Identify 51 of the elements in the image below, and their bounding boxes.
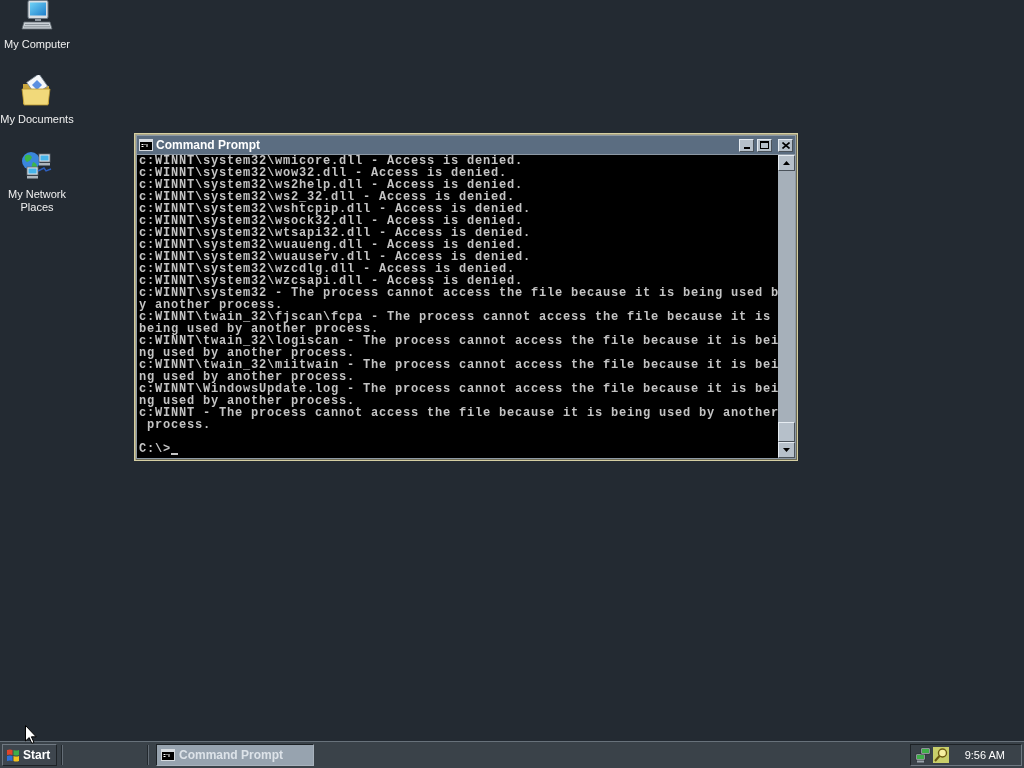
desktop-icon-label[interactable]: My Network Places: [0, 188, 74, 214]
maximize-icon: [760, 141, 769, 149]
folder-icon[interactable]: [21, 75, 53, 107]
clock: 9:56 AM: [964, 749, 1005, 761]
flag-icon: [6, 748, 20, 762]
desktop-icon-label[interactable]: My Computer: [4, 38, 70, 51]
console-line: c:WINNT\system32\wzcsapi.dll - Access is denied.: [139, 275, 524, 287]
console-line: c:WINNT\system32\wuaueng.dll - Access is denied.: [139, 239, 524, 251]
down-arrow-icon: [783, 448, 790, 452]
text-cursor-icon: [171, 453, 178, 455]
console-line: c:WINNT\system32\wshtcpip.dll - Access is denied.: [139, 203, 532, 215]
maximize-button[interactable]: [757, 138, 772, 152]
console-line: c:WINNT\system32\wsock32.dll - Access is denied.: [139, 215, 524, 227]
console-line: ng used by another process.: [139, 371, 356, 383]
console-line: c:WINNT\twain_32\fjscan\fcpa - The process cannot access the file because it is: [139, 311, 772, 323]
computer-icon[interactable]: [21, 0, 53, 32]
console-line: process.: [146, 419, 211, 431]
console-line: c:WINNT - The process cannot access the file because it is being used by another: [139, 407, 778, 419]
console-line: c:WINNT\system32 - The process cannot access the file because it is being used b: [139, 287, 778, 299]
close-icon: [781, 141, 790, 149]
console-line: c:WINNT\system32\wzcdlg.dll - Access is denied.: [139, 263, 516, 275]
console-icon: [161, 749, 175, 761]
network-computers-icon[interactable]: [21, 150, 53, 182]
desktop-icon-label[interactable]: My Documents: [0, 113, 74, 126]
window-title: Command Prompt: [156, 138, 261, 152]
console-line: c:WINNT\system32\wmicore.dll - Access is denied.: [139, 155, 524, 167]
scrollbar-track[interactable]: [778, 155, 795, 458]
console-line: c:WINNT\system32\wuauserv.dll - Access is denied.: [139, 251, 532, 263]
minimize-button[interactable]: [739, 138, 754, 152]
start-button[interactable]: Start: [2, 744, 57, 766]
console-line: being used by another process.: [139, 323, 380, 335]
up-arrow-icon: [783, 161, 790, 165]
console-line: c:WINNT\twain_32\logiscan - The process cannot access the file because it is bei: [139, 335, 778, 347]
console-line: c:WINNT\system32\wow32.dll - Access is denied.: [139, 167, 508, 179]
command-prompt: C:\>: [139, 443, 171, 455]
console-icon: [139, 139, 153, 151]
close-button[interactable]: [778, 138, 793, 152]
magnifier-icon[interactable]: [933, 747, 949, 763]
console-line: y another process.: [139, 299, 284, 311]
console-line: c:WINNT\twain_32\miitwain - The process cannot access the file because it is bei: [139, 359, 778, 371]
console-line: c:WINNT\WindowsUpdate.log - The process cannot access the file because it is bei: [139, 383, 778, 395]
mouse-pointer-icon: [25, 725, 37, 744]
console-line: ng used by another process.: [139, 347, 356, 359]
console-line: ng used by another process.: [139, 395, 356, 407]
console-line: c:WINNT\system32\wtsapi32.dll - Access is denied.: [139, 227, 532, 239]
monitors-icon[interactable]: [915, 747, 931, 763]
console-line: c:WINNT\system32\ws2_32.dll - Access is denied.: [139, 191, 516, 203]
scroll-down-button[interactable]: [778, 442, 795, 458]
scrollbar-thumb[interactable]: [778, 422, 795, 442]
console-line: c:WINNT\system32\ws2help.dll - Access is denied.: [139, 179, 524, 191]
scroll-up-button[interactable]: [778, 155, 795, 171]
